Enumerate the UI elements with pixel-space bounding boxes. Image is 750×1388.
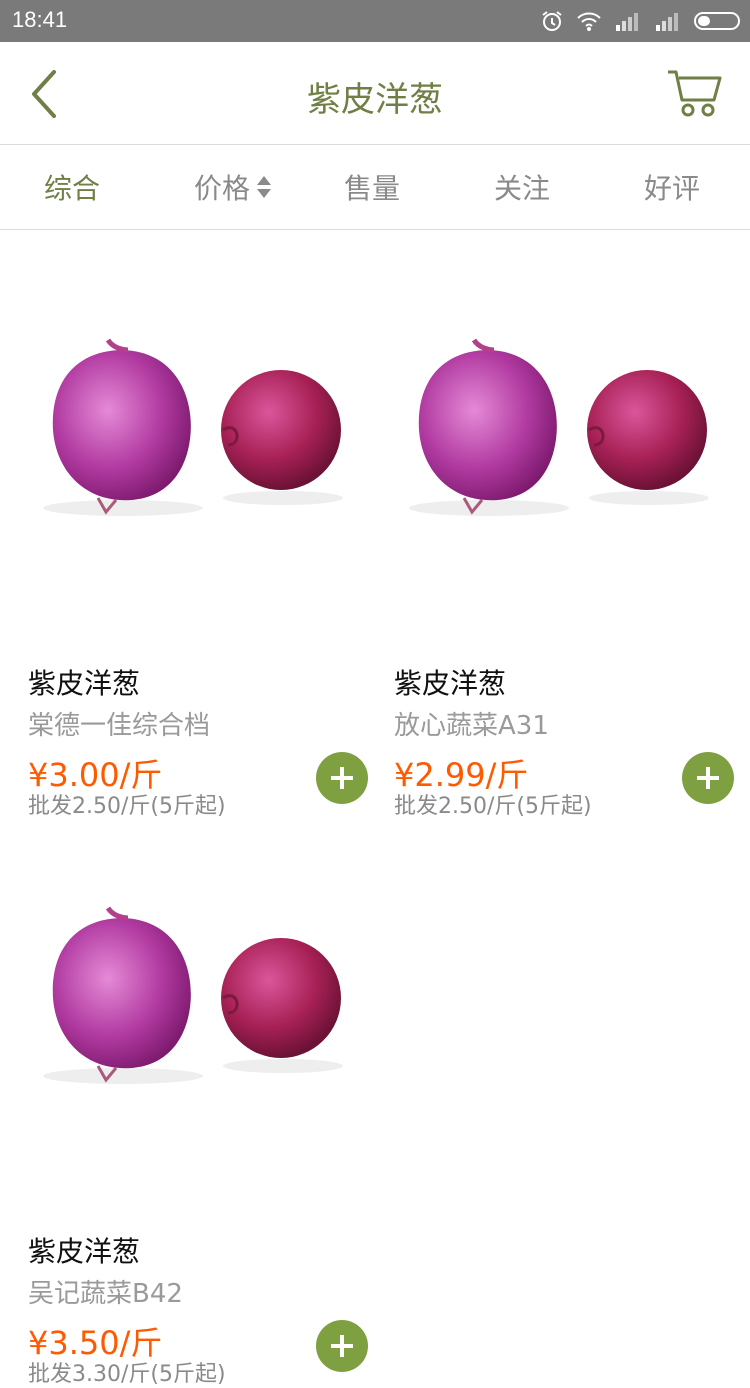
product-name: 紫皮洋葱: [28, 1235, 141, 1268]
wholesale-price: 批发2.50/斤(5斤起): [28, 794, 226, 819]
product-card[interactable]: 紫皮洋葱 吴记蔬菜B42 ¥3.50/斤 批发3.30/斤(5斤起): [28, 848, 368, 1387]
page-title: 紫皮洋葱: [307, 80, 443, 120]
wholesale-price: 批发3.30/斤(5斤起): [28, 1362, 226, 1387]
sort-bar: 综合 价格 售量 关注 好评: [0, 145, 750, 230]
sort-tab-label: 价格: [194, 172, 251, 205]
shop-name: 吴记蔬菜B42: [28, 1279, 183, 1309]
sort-tab-label: 售量: [344, 172, 401, 205]
sort-tab-label: 综合: [44, 172, 101, 205]
wholesale-price: 批发2.50/斤(5斤起): [394, 794, 592, 819]
product-name: 紫皮洋葱: [394, 667, 507, 700]
add-to-cart-button[interactable]: [316, 1320, 368, 1372]
sort-tab-rating[interactable]: 好评: [644, 167, 700, 207]
sort-tab-price[interactable]: 价格: [194, 167, 272, 207]
cart-icon[interactable]: [666, 64, 722, 120]
shop-name: 棠德一佳综合档: [28, 711, 211, 741]
shop-name: 放心蔬菜A31: [394, 711, 549, 741]
add-to-cart-button[interactable]: [316, 752, 368, 804]
nav-bar: 紫皮洋葱: [0, 42, 750, 145]
sort-tab-sales[interactable]: 售量: [344, 167, 400, 207]
sort-tab-label: 好评: [644, 172, 701, 205]
battery-icon: [694, 12, 740, 30]
product-image: [43, 906, 343, 1084]
status-bar: 18:41: [0, 0, 750, 42]
status-time: 18:41: [12, 7, 68, 32]
signal-icon-2: [656, 13, 678, 31]
alarm-icon: [542, 11, 562, 31]
sort-tab-label: 关注: [494, 172, 551, 205]
add-to-cart-button[interactable]: [682, 752, 734, 804]
product-image: [409, 338, 709, 516]
product-image: [43, 338, 343, 516]
product-name: 紫皮洋葱: [28, 667, 141, 700]
signal-icon: [616, 13, 638, 31]
sort-tab-comprehensive[interactable]: 综合: [44, 167, 100, 207]
status-icons: [540, 8, 740, 34]
wifi-icon: [577, 12, 601, 31]
product-card[interactable]: 紫皮洋葱 放心蔬菜A31 ¥2.99/斤 批发2.50/斤(5斤起): [394, 280, 734, 819]
sort-updown-icon: [257, 176, 272, 198]
product-card[interactable]: 紫皮洋葱 棠德一佳综合档 ¥3.00/斤 批发2.50/斤(5斤起): [28, 280, 368, 819]
sort-tab-follow[interactable]: 关注: [494, 167, 550, 207]
